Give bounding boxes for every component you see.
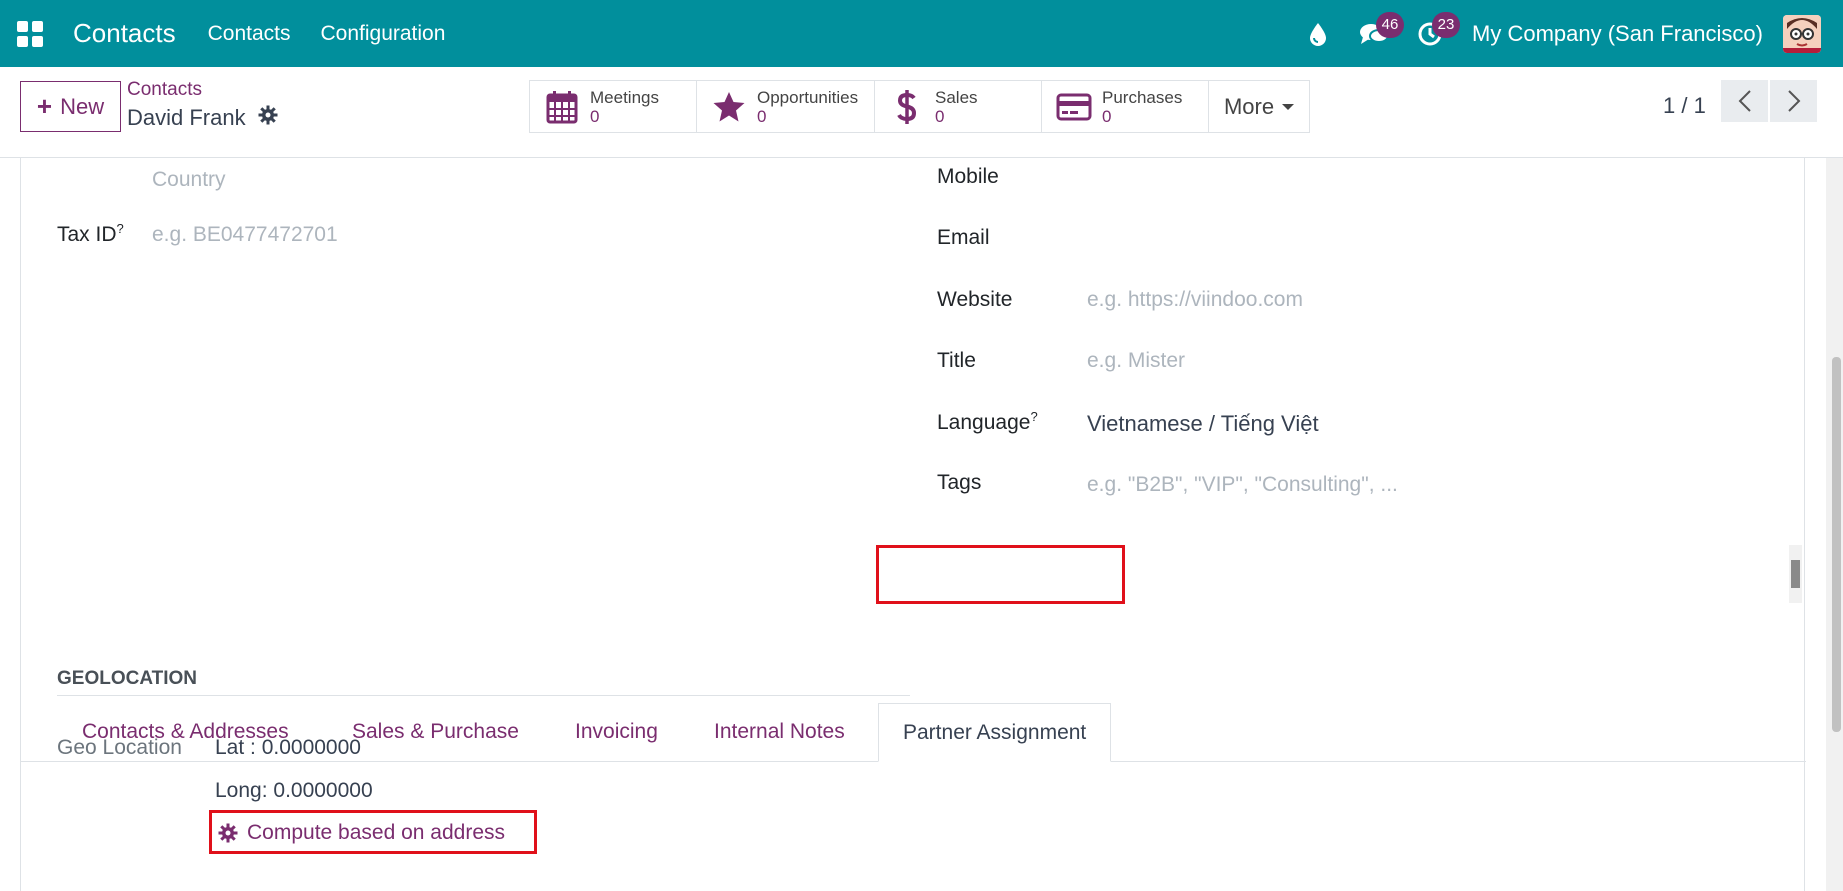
purchases-count: 0: [1102, 106, 1112, 126]
website-field[interactable]: e.g. https://viindoo.com: [1087, 288, 1303, 312]
tab-internal-notes[interactable]: Internal Notes: [714, 720, 845, 744]
meetings-smart-button[interactable]: Meetings 0: [530, 81, 697, 132]
geo-location-label: Geo Location: [57, 736, 182, 759]
meetings-count: 0: [590, 106, 600, 126]
purchases-smart-button[interactable]: Purchases 0: [1042, 81, 1209, 132]
pager-value[interactable]: 1 / 1: [1663, 85, 1706, 127]
opportunities-smart-button[interactable]: Opportunities 0: [697, 81, 875, 132]
highlight-box-tab: [876, 545, 1125, 604]
sales-label: Sales: [935, 87, 978, 107]
language-label: Language?: [937, 409, 1038, 435]
opportunities-label: Opportunities: [757, 87, 859, 107]
tab-invoicing[interactable]: Invoicing: [575, 720, 658, 744]
section-divider: [57, 695, 910, 696]
more-label: More: [1223, 93, 1275, 119]
chat-icon[interactable]: 46: [1356, 11, 1405, 52]
form-sheet: Country Tax ID? e.g. BE0477472701 Mobile…: [20, 158, 1806, 891]
new-button-label: New: [60, 93, 105, 119]
title-field[interactable]: e.g. Mister: [1087, 349, 1185, 373]
tax-id-help[interactable]: ?: [117, 221, 124, 236]
language-field[interactable]: Vietnamese / Tiếng Việt: [1087, 411, 1319, 437]
latitude-value: Lat : 0.0000000: [215, 736, 361, 759]
tags-label: Tags: [937, 471, 982, 494]
credit-card-icon: [1056, 89, 1092, 125]
avatar[interactable]: [1783, 14, 1821, 53]
breadcrumb[interactable]: Contacts: [127, 79, 202, 101]
next-button[interactable]: [1770, 80, 1817, 122]
tax-id-label: Tax ID?: [57, 221, 124, 247]
opportunities-count: 0: [757, 106, 767, 126]
activity-clock-icon[interactable]: 23: [1412, 11, 1461, 52]
title-label: Title: [937, 349, 976, 372]
email-label: Email: [937, 226, 990, 249]
control-panel: + New Contacts David Frank Meetings 0 Op…: [0, 67, 1843, 158]
droplet-icon[interactable]: [1300, 16, 1336, 52]
smart-buttons: Meetings 0 Opportunities 0 Sales 0 Purch…: [529, 80, 1310, 133]
highlight-box-compute: [209, 810, 537, 854]
calendar-icon: [544, 89, 580, 125]
activity-badge: 23: [1432, 11, 1461, 38]
tab-partner-assignment[interactable]: Partner Assignment: [878, 703, 1112, 762]
sales-count: 0: [935, 106, 945, 126]
caret-down-icon: [1282, 103, 1295, 110]
page-scrollbar-thumb[interactable]: [1832, 357, 1841, 732]
country-field[interactable]: Country: [152, 168, 226, 192]
gear-icon[interactable]: [258, 105, 278, 131]
chevron-right-icon: [1787, 90, 1800, 112]
more-dropdown[interactable]: More: [1209, 81, 1309, 132]
star-icon: [711, 89, 747, 125]
app-brand[interactable]: Contacts: [73, 18, 176, 49]
tab-sales-purchase[interactable]: Sales & Purchase: [352, 720, 519, 744]
tax-id-label-text: Tax ID: [57, 223, 117, 246]
mobile-label: Mobile: [937, 165, 999, 188]
dollar-icon: [889, 89, 925, 125]
menu-configuration[interactable]: Configuration: [320, 22, 445, 46]
top-navbar: Contacts Contacts Configuration 46 23 My…: [0, 0, 1843, 67]
meetings-label: Meetings: [590, 87, 659, 107]
longitude-value: Long: 0.0000000: [215, 779, 373, 802]
company-switcher[interactable]: My Company (San Francisco): [1472, 21, 1763, 47]
sales-smart-button[interactable]: Sales 0: [875, 81, 1042, 132]
purchases-label: Purchases: [1102, 87, 1183, 107]
chevron-left-icon: [1738, 90, 1751, 112]
language-help[interactable]: ?: [1030, 409, 1037, 424]
previous-button[interactable]: [1721, 80, 1768, 122]
geolocation-section-title: GEOLOCATION: [57, 668, 198, 689]
language-label-text: Language: [937, 411, 1031, 434]
tags-field[interactable]: e.g. "B2B", "VIP", "Consulting", ...: [1087, 473, 1398, 497]
chat-badge: 46: [1376, 11, 1405, 38]
website-label: Website: [937, 288, 1013, 311]
apps-grid-icon[interactable]: [17, 20, 43, 47]
new-button[interactable]: + New: [20, 81, 121, 132]
tax-id-field[interactable]: e.g. BE0477472701: [152, 223, 338, 247]
record-title: David Frank: [127, 105, 278, 131]
record-name: David Frank: [127, 105, 246, 130]
tabs-scrollbar-thumb[interactable]: [1791, 560, 1800, 588]
pager-buttons: [1721, 80, 1819, 122]
menu-contacts[interactable]: Contacts: [208, 22, 291, 46]
plus-icon: +: [36, 91, 53, 121]
